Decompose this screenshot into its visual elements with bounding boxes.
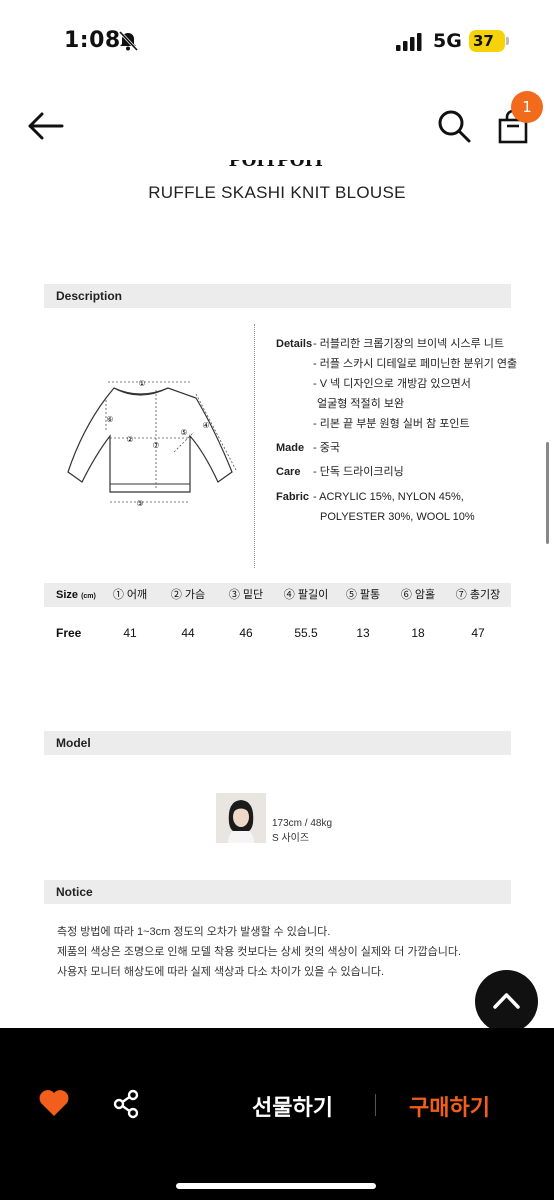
size-header-cell: ② 가슴 [170, 589, 206, 601]
description-header: Description [44, 284, 511, 308]
detail-value: - 리본 끝 부분 원형 실버 참 포인트 [313, 418, 470, 430]
detail-value: - 러블리한 크롭기장의 브이넥 시스루 니트 [313, 338, 504, 350]
size-value: 55.5 [294, 626, 318, 640]
model-photo-image [216, 793, 266, 843]
scrollbar[interactable] [546, 442, 549, 544]
battery-icon: 37 [469, 30, 509, 52]
size-value: 18 [411, 626, 425, 640]
sweater-size-diagram: ① ② ③ ④ ⑤ ⑥ ⑦ [67, 379, 237, 508]
diagram-label-7: ⑦ [152, 441, 159, 450]
battery-level: 37 [469, 30, 505, 52]
size-table-header: Size (cm) ① 어깨 ② 가슴 ③ 밑단 ④ 팔길이 ⑤ 팔통 ⑥ 암홀… [44, 583, 511, 607]
diagram-label-4: ④ [202, 421, 209, 430]
notice-text: 측정 방법에 따라 1~3cm 정도의 오차가 발생할 수 있습니다. 제품의 … [57, 922, 461, 982]
diagram-label-3: ③ [136, 499, 143, 508]
model-height-weight: 173cm / 48kg [272, 818, 333, 829]
brand-logo: POITPOIT [0, 160, 554, 176]
notice-line: 측정 방법에 따라 1~3cm 정도의 오차가 발생할 수 있습니다. [57, 926, 331, 938]
diagram-label-6: ⑥ [106, 415, 113, 424]
status-bar: 1:08 5G 37 [0, 0, 554, 84]
notice-line: 제품의 색상은 조명으로 인해 모델 착용 컷보다는 상세 컷의 색상이 실제와… [57, 946, 462, 958]
detail-values: - ACRYLIC 15%, NYLON 45%, POLYESTER 30%,… [313, 491, 475, 531]
size-header-cell: ③ 밑단 [228, 589, 264, 601]
heart-icon[interactable] [38, 1088, 70, 1118]
signal-icon [396, 33, 422, 51]
network-label: 5G [433, 30, 462, 52]
detail-value: POLYESTER 30%, WOOL 10% [320, 511, 475, 523]
size-table: Size (cm) ① 어깨 ② 가슴 ③ 밑단 ④ 팔길이 ⑤ 팔통 ⑥ 암홀… [44, 583, 511, 659]
detail-key: Made [276, 442, 305, 454]
status-time: 1:08 [64, 28, 121, 53]
detail-value: 얼굴형 적절히 보완 [317, 398, 405, 410]
bottom-action-bar: 선물하기 구매하기 [0, 1028, 554, 1200]
size-header-cell: ④ 팔길이 [283, 589, 329, 601]
table-row: Free 41 44 46 55.5 13 18 47 [44, 607, 511, 659]
back-arrow-icon[interactable] [26, 110, 66, 142]
detail-values: - 러블리한 크롭기장의 브이넥 시스루 니트 - 러플 스카시 디테일로 페미… [313, 338, 517, 438]
size-header-cell: ① 어깨 [112, 589, 148, 601]
chevron-up-icon [493, 993, 520, 1009]
detail-value: - ACRYLIC 15%, NYLON 45%, [313, 491, 464, 503]
size-label: Size [56, 589, 79, 601]
description-divider [254, 324, 255, 568]
size-value: 47 [471, 626, 485, 640]
detail-values: - 중국 [313, 442, 340, 462]
size-unit: (cm) [81, 593, 96, 600]
detail-values: - 단독 드라이크리닝 [313, 466, 404, 486]
model-info: 173cm / 48kg S 사이즈 [272, 816, 332, 846]
detail-key: Fabric [276, 491, 310, 503]
diagram-label-5: ⑤ [180, 428, 187, 437]
size-value: 44 [181, 626, 195, 640]
notice-line: 사용자 모니터 해상도에 따라 실제 색상과 다소 차이가 있을 수 있습니다. [57, 966, 385, 978]
detail-value: - 단독 드라이크리닝 [313, 466, 404, 478]
size-header-cell: ⑥ 암홀 [400, 589, 436, 601]
diagram-label-1: ① [138, 379, 145, 388]
detail-key: Care [276, 466, 301, 478]
detail-value: - 중국 [313, 442, 340, 454]
detail-value: - 러플 스카시 디테일로 페미닌한 분위기 연출 [313, 358, 518, 370]
notice-header: Notice [44, 880, 511, 904]
size-value: 41 [123, 626, 137, 640]
size-value: 46 [239, 626, 253, 640]
size-header-cell: ⑤ 팔통 [345, 589, 381, 601]
battery-tip [506, 37, 509, 45]
scroll-to-top-button[interactable] [475, 970, 538, 1033]
size-header-cell: ⑦ 총기장 [455, 589, 501, 601]
header [0, 88, 554, 164]
model-photo [216, 793, 266, 843]
gift-button[interactable]: 선물하기 [252, 1090, 333, 1122]
detail-key: Details [276, 338, 313, 350]
product-title: RUFFLE SKASHI KNIT BLOUSE [148, 183, 406, 202]
buy-button[interactable]: 구매하기 [409, 1090, 490, 1122]
share-icon[interactable] [112, 1089, 140, 1119]
model-size: S 사이즈 [272, 833, 310, 844]
diagram-label-2: ② [126, 435, 133, 444]
size-column-header: Size (cm) [56, 583, 96, 609]
detail-value: - V 넥 디자인으로 개방감 있으면서 [313, 378, 471, 390]
cart-badge: 1 [511, 91, 543, 123]
bell-slash-icon [118, 30, 139, 52]
size-value: 13 [356, 626, 370, 640]
model-header: Model [44, 731, 511, 755]
brand-name: POITPOIT [228, 160, 326, 171]
size-name: Free [56, 626, 82, 640]
home-indicator [176, 1183, 376, 1189]
bar-divider [375, 1094, 376, 1116]
search-icon[interactable] [436, 108, 472, 144]
